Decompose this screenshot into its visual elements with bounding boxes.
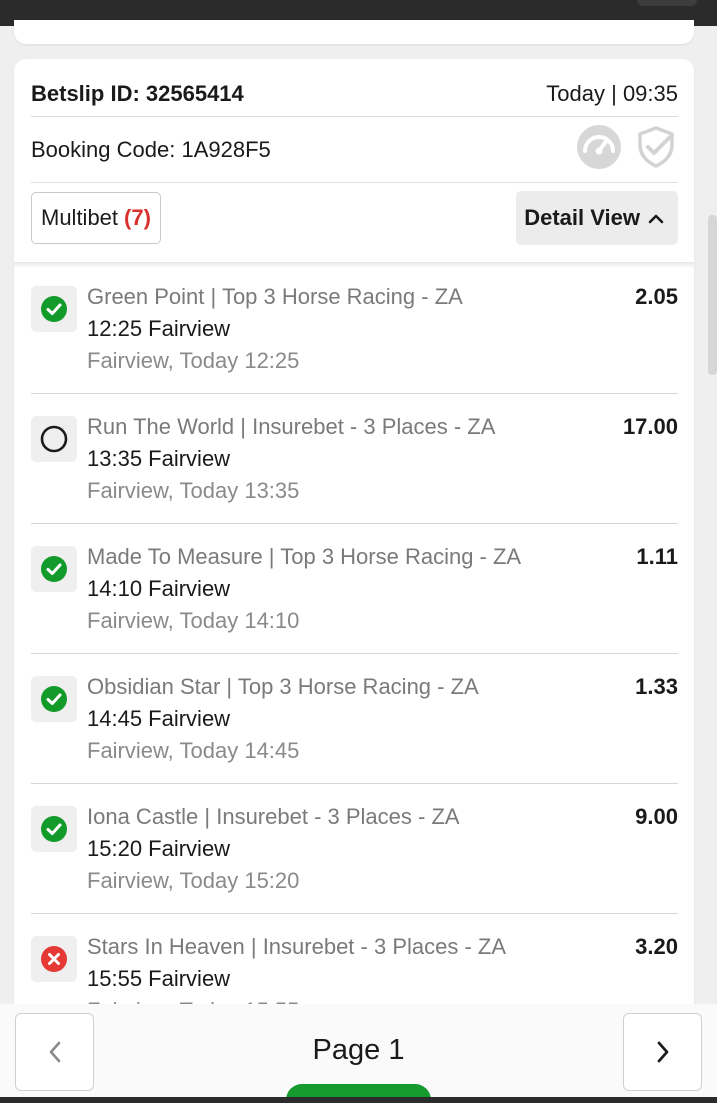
multibet-label: Multibet bbox=[41, 205, 119, 230]
chevron-up-icon bbox=[648, 214, 664, 224]
booking-code-row: Booking Code: 1A928F5 bbox=[31, 117, 678, 183]
event-meta: Fairview, Today 14:45 bbox=[87, 738, 300, 763]
bottom-edge bbox=[0, 1097, 717, 1103]
check-circle-icon bbox=[31, 676, 77, 722]
event-meta: Fairview, Today 13:35 bbox=[87, 478, 300, 503]
betslip-card: Betslip ID: 32565414 Today | 09:35 Booki… bbox=[14, 59, 694, 1019]
selection-row[interactable]: Green Point | Top 3 Horse Racing - ZA 12… bbox=[31, 264, 678, 394]
chevron-right-icon bbox=[657, 1041, 668, 1063]
event-name: 12:25 Fairview bbox=[87, 316, 231, 341]
odds-value: 9.00 bbox=[635, 804, 678, 829]
event-name: 15:55 Fairview bbox=[87, 966, 231, 991]
event-name: 14:10 Fairview bbox=[87, 576, 231, 601]
selection-name: Made To Measure | Top 3 Horse Racing - Z… bbox=[87, 544, 522, 569]
check-circle-icon bbox=[31, 546, 77, 592]
selection-name: Run The World | Insurebet - 3 Places - Z… bbox=[87, 414, 496, 439]
empty-circle-icon bbox=[31, 416, 77, 462]
pagination-bar: Page 1 bbox=[0, 1004, 717, 1103]
multibet-count: (7) bbox=[124, 205, 151, 230]
status-bar-pill bbox=[637, 0, 697, 6]
scrollbar-thumb[interactable] bbox=[708, 215, 717, 375]
check-circle-icon bbox=[31, 806, 77, 852]
betslip-header: Betslip ID: 32565414 Today | 09:35 bbox=[31, 71, 678, 117]
betslip-id: Betslip ID: 32565414 bbox=[31, 80, 244, 106]
betslip-datetime: Today | 09:35 bbox=[546, 80, 678, 106]
selection-row[interactable]: Iona Castle | Insurebet - 3 Places - ZA … bbox=[31, 784, 678, 914]
selection-name: Obsidian Star | Top 3 Horse Racing - ZA bbox=[87, 674, 479, 699]
detail-view-label: Detail View bbox=[524, 205, 640, 230]
speedometer-icon[interactable] bbox=[576, 124, 622, 175]
event-meta: Fairview, Today 12:25 bbox=[87, 348, 300, 373]
event-name: 14:45 Fairview bbox=[87, 706, 231, 731]
previous-card-bottom bbox=[14, 20, 694, 44]
check-circle-icon bbox=[31, 286, 77, 332]
event-name: 15:20 Fairview bbox=[87, 836, 231, 861]
event-meta: Fairview, Today 15:20 bbox=[87, 868, 300, 893]
multibet-badge: Multibet (7) bbox=[31, 192, 161, 244]
selection-row[interactable]: Run The World | Insurebet - 3 Places - Z… bbox=[31, 394, 678, 524]
booking-code-value: 1A928F5 bbox=[181, 136, 271, 162]
odds-value: 3.20 bbox=[635, 934, 678, 959]
detail-view-toggle[interactable]: Detail View bbox=[516, 191, 678, 245]
selection-row[interactable]: Obsidian Star | Top 3 Horse Racing - ZA … bbox=[31, 654, 678, 784]
selection-row[interactable]: Made To Measure | Top 3 Horse Racing - Z… bbox=[31, 524, 678, 654]
selection-name: Stars In Heaven | Insurebet - 3 Places -… bbox=[87, 934, 507, 959]
odds-value: 2.05 bbox=[635, 284, 678, 309]
event-meta: Fairview, Today 14:10 bbox=[87, 608, 300, 633]
selection-list: Green Point | Top 3 Horse Racing - ZA 12… bbox=[31, 264, 678, 1019]
event-name: 13:35 Fairview bbox=[87, 446, 231, 471]
odds-value: 17.00 bbox=[622, 414, 678, 439]
odds-value: 1.11 bbox=[636, 544, 678, 569]
booking-actions bbox=[576, 124, 678, 175]
odds-value: 1.33 bbox=[635, 674, 678, 699]
booking-code: Booking Code: 1A928F5 bbox=[31, 137, 271, 163]
selection-name: Green Point | Top 3 Horse Racing - ZA bbox=[87, 284, 463, 309]
cross-circle-icon bbox=[31, 936, 77, 982]
shield-check-icon[interactable] bbox=[634, 125, 678, 174]
booking-code-label: Booking Code: bbox=[31, 136, 176, 162]
selection-name: Iona Castle | Insurebet - 3 Places - ZA bbox=[87, 804, 460, 829]
bet-type-row: Multibet (7) Detail View bbox=[31, 191, 678, 245]
page-indicator: Page 1 bbox=[312, 1034, 405, 1066]
next-page-button[interactable] bbox=[623, 1013, 702, 1091]
